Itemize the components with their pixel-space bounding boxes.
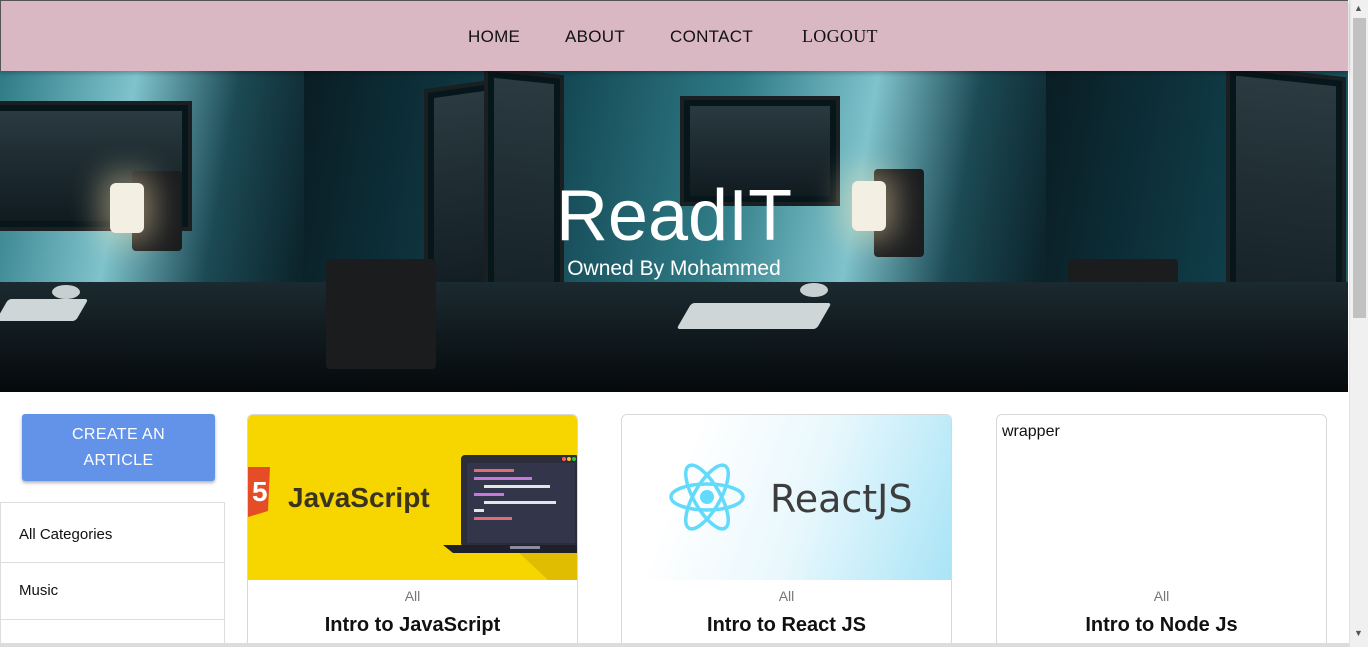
scroll-down-icon[interactable]: ▼ — [1354, 628, 1363, 638]
hero-subtitle: Owned By Mohammed — [567, 257, 781, 280]
article-card-react[interactable]: ReactJS All Intro to React JS — [621, 414, 952, 647]
hero-title: ReadIT — [555, 176, 793, 256]
nav-contact-link[interactable]: CONTACT — [670, 27, 753, 47]
javascript-logo-illustration: 5 JavaScript — [248, 455, 577, 580]
scroll-up-icon[interactable]: ▲ — [1354, 3, 1363, 13]
scrollbar-thumb[interactable] — [1353, 18, 1366, 318]
svg-text:5: 5 — [252, 476, 268, 507]
nav-about-link[interactable]: ABOUT — [565, 27, 625, 47]
react-article-image: ReactJS — [622, 415, 951, 580]
create-article-button[interactable]: CREATE AN ARTICLE — [22, 414, 215, 481]
category-item-music[interactable]: Music — [1, 563, 224, 620]
top-navbar: HOME ABOUT CONTACT LOGOUT — [0, 0, 1348, 71]
broken-article-image: wrapper — [997, 415, 1326, 580]
react-logo-icon: ReactJS — [669, 463, 912, 531]
javascript-article-image: 5 JavaScript — [248, 415, 577, 580]
article-category: All — [404, 588, 421, 604]
horizontal-scrollbar[interactable] — [0, 643, 1349, 647]
image-alt-text: wrapper — [1002, 423, 1060, 440]
article-card-javascript[interactable]: 5 JavaScript All Intro to JavaScript — [247, 414, 578, 647]
svg-text:ReactJS: ReactJS — [770, 477, 912, 521]
category-list: All Categories Music — [0, 502, 225, 647]
hero-banner: ReadIT Owned By Mohammed — [0, 71, 1348, 392]
svg-text:JavaScript: JavaScript — [288, 482, 430, 513]
category-item-all[interactable]: All Categories — [1, 503, 224, 563]
article-card-node[interactable]: wrapper All Intro to Node Js — [996, 414, 1327, 647]
article-category: All — [778, 588, 795, 604]
article-category: All — [1153, 588, 1170, 604]
article-title[interactable]: Intro to JavaScript — [248, 614, 577, 637]
nav-logout-link[interactable]: LOGOUT — [802, 26, 878, 47]
vertical-scrollbar[interactable]: ▲ ▼ — [1349, 0, 1368, 647]
article-title[interactable]: Intro to React JS — [622, 614, 951, 637]
article-title[interactable]: Intro to Node Js — [997, 614, 1326, 637]
nav-home-link[interactable]: HOME — [468, 27, 520, 47]
